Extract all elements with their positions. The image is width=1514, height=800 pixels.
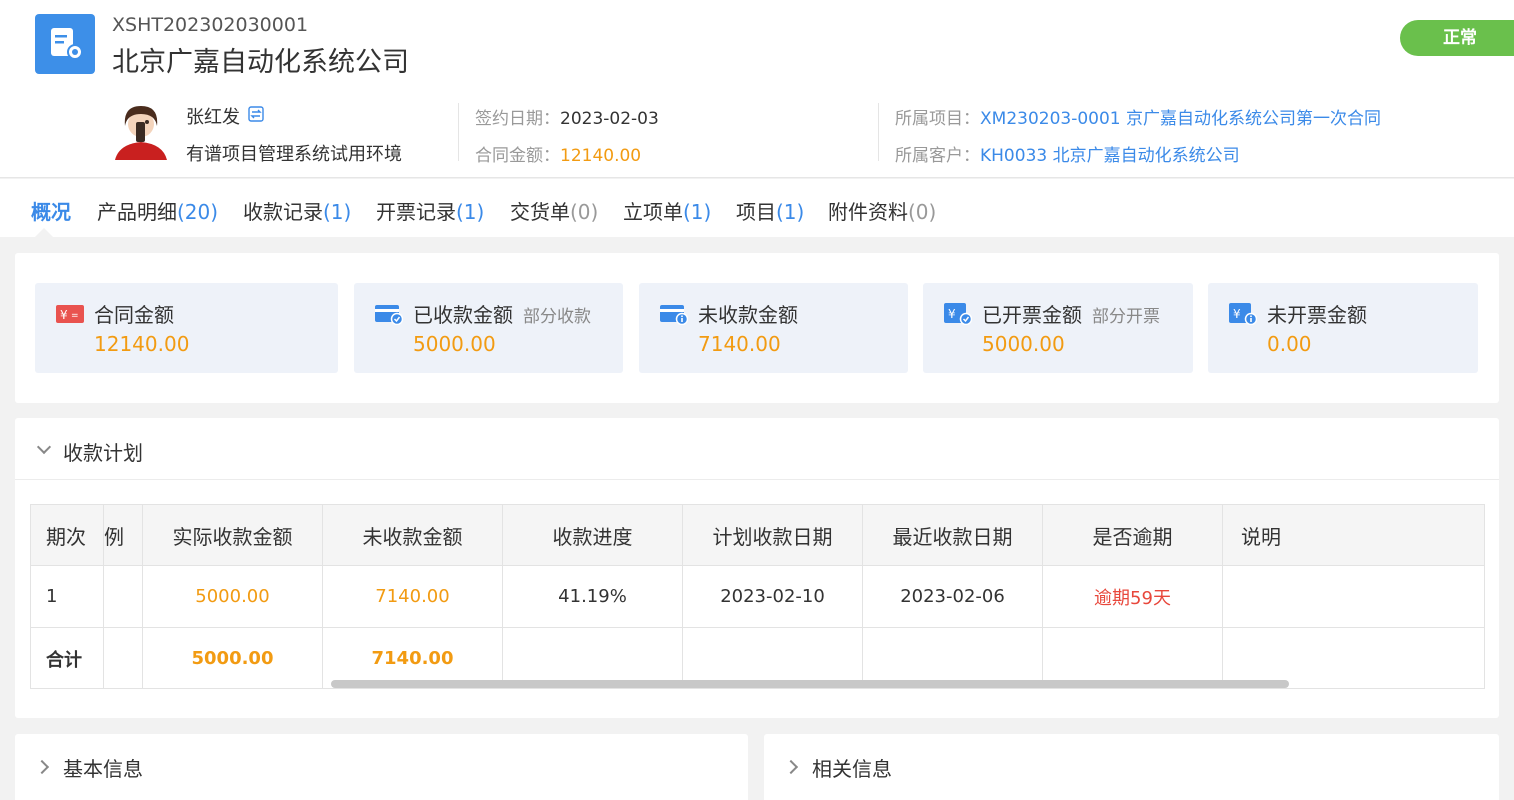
section-title: 相关信息	[812, 757, 892, 781]
sign-date-label: 签约日期：	[475, 109, 560, 129]
card-invoiced: ¥ 已开票金额 部分开票 5000.00	[923, 283, 1193, 373]
tab-payment-records[interactable]: 收款记录(1)	[243, 196, 351, 225]
page-title: 北京广嘉自动化系统公司	[112, 47, 409, 78]
customer-info: 所属客户：KH0033 北京广嘉自动化系统公司	[895, 141, 1240, 166]
total-actual: 5000.00	[143, 628, 323, 688]
table-cell-actual: 5000.00	[143, 566, 323, 628]
contract-header: XSHT202302030001 北京广嘉自动化系统公司 正常 张红发 有谱项目…	[0, 0, 1514, 178]
section-title: 基本信息	[63, 757, 143, 781]
tab-attachments[interactable]: 附件资料(0)	[828, 196, 936, 225]
switch-owner-icon[interactable]	[248, 106, 264, 122]
table-cell-note	[1223, 566, 1484, 628]
tab-invoice-records[interactable]: 开票记录(1)	[376, 196, 484, 225]
customer-label: 所属客户：	[895, 146, 980, 166]
table-cell-progress: 41.19%	[503, 566, 683, 628]
card-label: 合同金额	[94, 303, 174, 327]
card-received: 已收款金额 部分收款 5000.00	[354, 283, 623, 373]
sign-date-value: 2023-02-03	[560, 109, 659, 129]
column-header: 期次	[31, 505, 104, 566]
detail-tabs: 概况 产品明细(20) 收款记录(1) 开票记录(1) 交货单(0) 立项单(1…	[0, 179, 1514, 237]
payment-plan-table: 期次 例 实际收款金额 未收款金额 收款进度 计划收款日期 最近收款日期 是否逾…	[30, 504, 1485, 689]
chevron-right-icon[interactable]	[783, 759, 799, 775]
org-name: 有谱项目管理系统试用环境	[186, 144, 402, 165]
card-contract-amount: ¥ = 合同金额 12140.00	[35, 283, 338, 373]
table-cell	[104, 628, 143, 688]
section-title: 收款计划	[63, 441, 143, 465]
tab-product-detail[interactable]: 产品明细(20)	[97, 196, 218, 225]
column-header: 未收款金额	[323, 505, 503, 566]
card-sub-status: 部分收款	[523, 307, 591, 327]
card-label: 未收款金额	[698, 303, 798, 327]
contract-number: XSHT202302030001	[112, 14, 309, 36]
active-tab-indicator	[35, 228, 53, 237]
tab-overview[interactable]: 概况	[31, 196, 71, 225]
related-info-panel[interactable]: 相关信息	[764, 734, 1499, 800]
table-cell-unreceived: 7140.00	[323, 566, 503, 628]
svg-text:=: =	[71, 311, 79, 321]
contract-amount-label: 合同金额：	[475, 146, 560, 166]
chevron-right-icon[interactable]	[34, 759, 50, 775]
project-label: 所属项目：	[895, 109, 980, 129]
table-cell-plan-date: 2023-02-10	[683, 566, 863, 628]
divider	[458, 103, 459, 161]
column-header: 最近收款日期	[863, 505, 1043, 566]
svg-text:¥: ¥	[1233, 307, 1241, 321]
card-label: 未开票金额	[1267, 303, 1367, 327]
card-value: 5000.00	[413, 332, 496, 356]
card-info-icon	[660, 303, 689, 326]
avatar	[111, 100, 171, 160]
card-unreceived: 未收款金额 7140.00	[639, 283, 908, 373]
svg-text:¥: ¥	[60, 308, 68, 322]
horizontal-scrollbar[interactable]	[331, 680, 1289, 688]
card-value: 12140.00	[94, 332, 190, 356]
svg-text:¥: ¥	[948, 307, 956, 321]
basic-info-panel[interactable]: 基本信息	[15, 734, 748, 800]
card-uninvoiced: ¥ 未开票金额 0.00	[1208, 283, 1478, 373]
table-cell-last-date: 2023-02-06	[863, 566, 1043, 628]
invoice-check-icon: ¥	[944, 303, 973, 326]
project-link[interactable]: XM230203-0001 京广嘉自动化系统公司第一次合同	[980, 109, 1381, 129]
contract-amount: 合同金额：12140.00	[475, 141, 641, 166]
contract-icon	[35, 14, 95, 74]
card-label: 已开票金额 部分开票	[982, 303, 1160, 327]
overdue-status: 逾期59天	[1043, 566, 1223, 628]
column-header: 例	[104, 505, 143, 566]
payment-plan-header[interactable]: 收款计划	[15, 418, 1499, 480]
divider	[878, 103, 879, 161]
column-header: 是否逾期	[1043, 505, 1223, 566]
card-value: 5000.00	[982, 332, 1065, 356]
card-check-icon	[375, 303, 404, 326]
tab-project[interactable]: 项目(1)	[736, 196, 804, 225]
table-cell	[104, 566, 143, 628]
project-info: 所属项目：XM230203-0001 京广嘉自动化系统公司第一次合同	[895, 104, 1381, 129]
column-header: 计划收款日期	[683, 505, 863, 566]
sign-date: 签约日期：2023-02-03	[475, 104, 659, 129]
card-label: 已收款金额 部分收款	[413, 303, 591, 327]
total-label: 合计	[31, 628, 104, 688]
invoice-info-icon: ¥	[1229, 303, 1258, 326]
summary-panel: ¥ = 合同金额 12140.00 已收款金额 部分收款 5000.00 未收款金额…	[15, 253, 1499, 403]
chevron-down-icon[interactable]	[36, 439, 52, 455]
column-header: 实际收款金额	[143, 505, 323, 566]
card-value: 0.00	[1267, 332, 1312, 356]
contract-amount-value: 12140.00	[560, 146, 642, 166]
status-badge: 正常	[1400, 20, 1514, 56]
column-header: 收款进度	[503, 505, 683, 566]
yuan-icon: ¥ =	[56, 303, 84, 325]
column-header: 说明	[1223, 505, 1484, 566]
customer-link[interactable]: KH0033 北京广嘉自动化系统公司	[980, 146, 1240, 166]
tab-delivery[interactable]: 交货单(0)	[510, 196, 598, 225]
payment-plan-panel: 收款计划 期次 例 实际收款金额 未收款金额 收款进度 计划收款日期 最近收款日…	[15, 418, 1499, 718]
card-sub-status: 部分开票	[1092, 307, 1160, 327]
tab-approval[interactable]: 立项单(1)	[623, 196, 711, 225]
owner-name: 张红发	[186, 107, 240, 128]
table-cell-period: 1	[31, 566, 104, 628]
card-value: 7140.00	[698, 332, 781, 356]
